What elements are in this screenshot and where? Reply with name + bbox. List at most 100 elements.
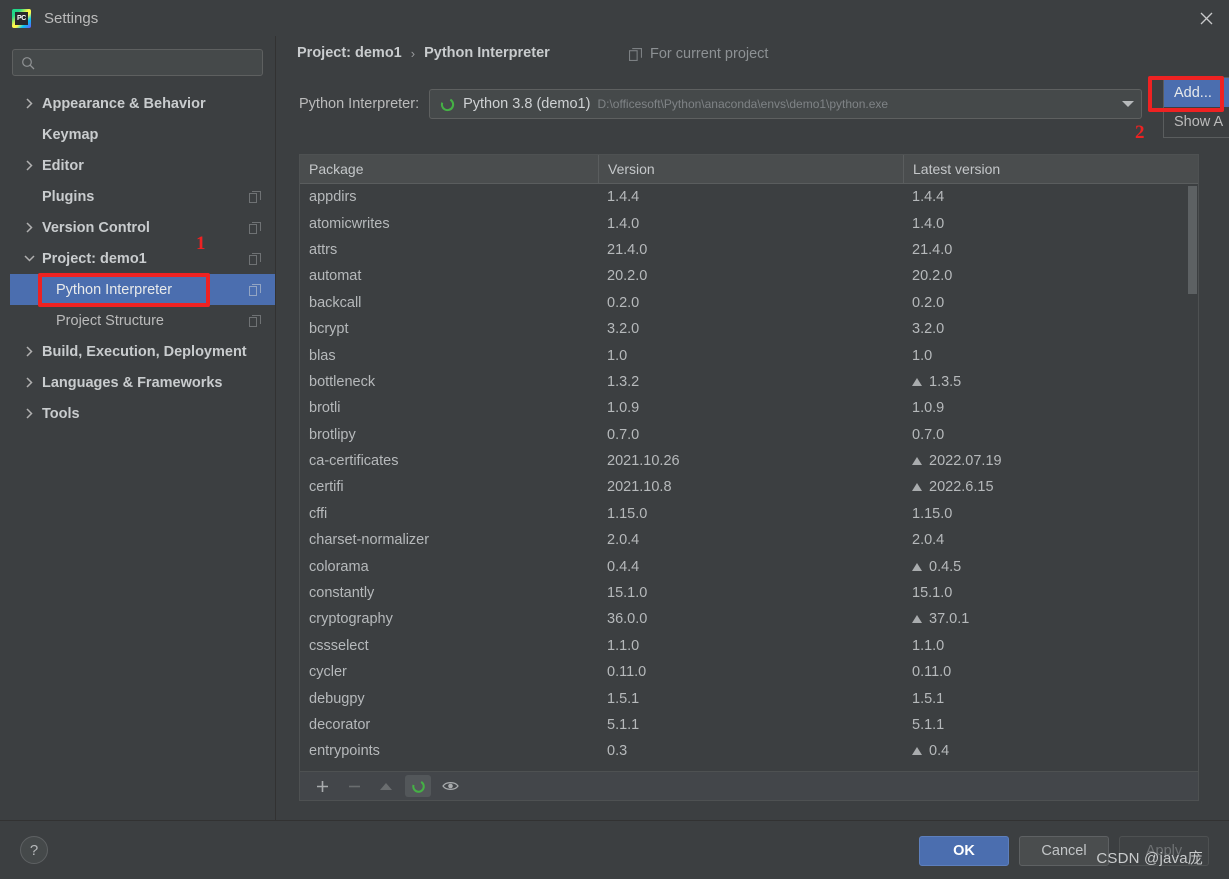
package-version-cell: 0.3 [607,743,628,760]
package-name-cell: debugpy [309,690,365,707]
menu-item-add[interactable]: Add... [1164,78,1229,107]
sidebar-item-appearance-behavior[interactable]: Appearance & Behavior [10,88,275,119]
latest-version-label: 5.1.1 [912,717,945,733]
package-latest-version-cell: 5.1.1 [903,717,1198,733]
package-latest-version-cell: 1.1.0 [903,638,1198,654]
package-latest-version-cell: 0.7.0 [903,427,1198,443]
package-latest-version-cell: 2022.07.19 [903,453,1198,469]
sidebar-item-version-control[interactable]: Version Control [10,212,275,243]
table-row[interactable]: atomicwrites 1.4.0 1.4.0 [300,210,1198,236]
latest-version-label: 0.11.0 [912,664,952,681]
latest-version-label: 15.1.0 [912,585,953,602]
latest-version-label: 2.0.4 [912,532,945,549]
column-header-latest-version[interactable]: Latest version [903,155,1198,183]
table-row[interactable]: decorator 5.1.1 5.1.1 [300,712,1198,738]
table-row[interactable]: bcrypt 3.2.0 3.2.0 [300,316,1198,342]
table-row[interactable]: cffi 1.15.0 1.15.0 [300,501,1198,527]
table-row[interactable]: entrypoints 0.3 0.4 [300,738,1198,764]
title-bar: PC Settings [0,0,1229,36]
ok-button[interactable]: OK [919,836,1009,866]
show-early-releases-button[interactable] [437,775,463,797]
sidebar-item-build-execution-deployment[interactable]: Build, Execution, Deployment [10,336,275,367]
interpreter-label: Python Interpreter: [299,96,420,112]
package-latest-version-cell: 1.0.9 [903,400,1198,416]
window-title: Settings [44,9,99,27]
sidebar-item-label: Python Interpreter [56,281,173,298]
settings-tree: Appearance & Behavior Keymap Editor Plug… [10,88,275,429]
table-row[interactable]: debugpy 1.5.1 1.5.1 [300,685,1198,711]
search-box[interactable] [12,49,263,76]
table-row[interactable]: brotlipy 0.7.0 0.7.0 [300,422,1198,448]
column-header-version[interactable]: Version [598,155,903,183]
breadcrumb-parent[interactable]: Project: demo1 [297,45,402,61]
settings-sidebar: Appearance & Behavior Keymap Editor Plug… [10,36,276,820]
latest-version-label: 1.3.5 [929,373,962,390]
interpreter-path: D:\officesoft\Python\anaconda\envs\demo1… [597,97,889,111]
sidebar-item-label: Project: demo1 [42,250,147,267]
table-row[interactable]: colorama 0.4.4 0.4.5 [300,553,1198,579]
latest-version-label: 0.4 [929,743,950,760]
chevron-right-icon [22,346,37,357]
package-name-cell: cryptography [309,611,393,628]
latest-version-label: 2022.07.19 [929,453,1002,470]
package-name-cell: atomicwrites [309,215,390,232]
table-row[interactable]: constantly 15.1.0 15.1.0 [300,580,1198,606]
interpreter-dropdown-menu[interactable]: Add... Show A [1163,77,1229,138]
sidebar-item-project-demo1[interactable]: Project: demo1 [10,243,275,274]
package-name-cell: brotlipy [309,426,356,443]
table-row[interactable]: bottleneck 1.3.2 1.3.5 [300,369,1198,395]
package-version-cell: 2.0.4 [607,532,640,549]
table-row[interactable]: ca-certificates 2021.10.26 2022.07.19 [300,448,1198,474]
search-input[interactable] [41,55,254,70]
help-button[interactable]: ? [20,836,48,864]
chevron-down-icon [22,255,37,262]
upgrade-available-icon [912,615,922,624]
interpreter-name: Python 3.8 (demo1) [463,96,591,112]
interpreter-settings-button[interactable] [405,775,431,797]
package-latest-version-cell: 37.0.1 [903,611,1198,627]
sidebar-item-keymap[interactable]: Keymap [10,119,275,150]
menu-item-show-all[interactable]: Show A [1164,107,1229,136]
column-header-package[interactable]: Package [300,155,598,183]
sidebar-item-plugins[interactable]: Plugins [10,181,275,212]
latest-version-label: 2022.6.15 [929,479,994,496]
sidebar-item-tools[interactable]: Tools [10,398,275,429]
package-version-cell: 21.4.0 [607,241,648,258]
package-latest-version-cell: 0.11.0 [903,664,1198,680]
packages-table-body[interactable]: appdirs 1.4.4 1.4.4 atomicwrites 1.4.0 1.4.0 a… [300,184,1198,772]
table-row[interactable]: blas 1.0 1.0 [300,342,1198,368]
table-row[interactable]: attrs 21.4.0 21.4.0 [300,237,1198,263]
table-row[interactable]: automat 20.2.0 20.2.0 [300,263,1198,289]
sidebar-item-languages-frameworks[interactable]: Languages & Frameworks [10,367,275,398]
package-latest-version-cell: 20.2.0 [903,268,1198,284]
remove-package-button[interactable] [341,775,367,797]
table-row[interactable]: certifi 2021.10.8 2022.6.15 [300,474,1198,500]
table-row[interactable]: charset-normalizer 2.0.4 2.0.4 [300,527,1198,553]
table-row[interactable]: cryptography 36.0.0 37.0.1 [300,606,1198,632]
package-name-cell: backcall [309,294,362,311]
annotation-number-1: 1 [196,233,206,254]
add-package-button[interactable] [309,775,335,797]
pycharm-logo-text: PC [15,11,28,25]
latest-version-label: 0.2.0 [912,294,945,311]
table-row[interactable]: appdirs 1.4.4 1.4.4 [300,184,1198,210]
table-row[interactable]: cssselect 1.1.0 1.1.0 [300,633,1198,659]
interpreter-combobox[interactable]: Python 3.8 (demo1) D:\officesoft\Python\… [429,89,1143,119]
package-version-cell: 3.2.0 [607,321,640,338]
settings-window: PC Settings Appearance & Behavior Keymap [0,0,1229,879]
table-row[interactable]: brotli 1.0.9 1.0.9 [300,395,1198,421]
sidebar-item-python-interpreter[interactable]: Python Interpreter [10,274,275,305]
table-scrollbar-thumb[interactable] [1188,186,1197,294]
upgrade-package-button[interactable] [373,775,399,797]
copy-settings-icon [249,190,261,203]
breadcrumb-current: Python Interpreter [424,45,550,61]
package-name-cell: bcrypt [309,321,349,338]
table-scrollbar[interactable] [1187,184,1198,772]
table-row[interactable]: backcall 0.2.0 0.2.0 [300,290,1198,316]
copy-settings-icon [249,221,261,234]
sidebar-item-editor[interactable]: Editor [10,150,275,181]
sidebar-item-project-structure[interactable]: Project Structure [10,305,275,336]
chevron-down-icon[interactable] [1122,101,1135,107]
close-icon[interactable] [1183,0,1229,36]
table-row[interactable]: cycler 0.11.0 0.11.0 [300,659,1198,685]
